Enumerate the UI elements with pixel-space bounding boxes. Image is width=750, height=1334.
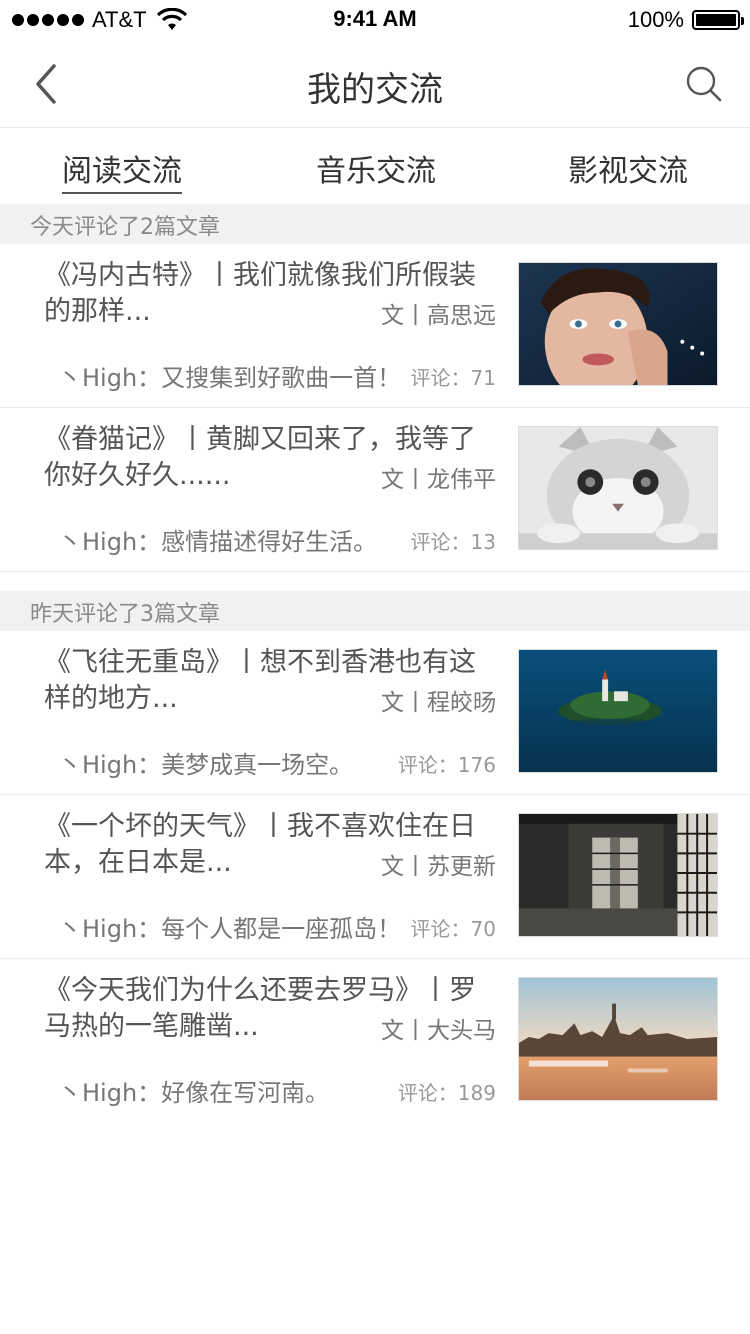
article-author: 文丨高思远: [375, 296, 496, 330]
list-item[interactable]: 《飞往无重岛》丨想不到香港也有这样的地方... 文丨程皎旸 丶High：美梦成真…: [0, 631, 750, 795]
nav-bar: 我的交流: [0, 40, 750, 128]
status-right: 100%: [627, 6, 744, 34]
article-thumbnail: [518, 262, 718, 386]
tab-music[interactable]: 音乐交流: [316, 146, 436, 190]
article-thumbnail: [518, 426, 718, 550]
comment-text: 丶High：又搜集到好歌曲一首！: [58, 364, 402, 392]
list-item[interactable]: 《今天我们为什么还要去罗马》丨罗马热的一笔雕凿... 文丨大头马 丶High：好…: [0, 959, 750, 1123]
status-bar: AT&T 9:41 AM 100%: [0, 0, 750, 40]
article-thumbnail: [518, 977, 718, 1101]
search-icon: [686, 66, 722, 102]
search-button[interactable]: [680, 60, 728, 108]
comment-count: 评论：189: [397, 1081, 496, 1105]
article-thumbnail: [518, 649, 718, 773]
list-item[interactable]: 《一个坏的天气》丨我不喜欢住在日本，在日本是... 文丨苏更新 丶High：每个…: [0, 795, 750, 959]
comment-text: 丶High：感情描述得好生活。: [58, 528, 378, 556]
comment-count: 评论：70: [410, 917, 496, 941]
section-header-text: 昨天评论了3篇文章: [30, 602, 220, 627]
article-thumbnail: [518, 813, 718, 937]
active-tab-indicator: [62, 192, 182, 194]
comment-text: 丶High：好像在写河南。: [58, 1079, 330, 1107]
comment-text: 丶High：美梦成真一场空。: [58, 751, 354, 779]
article-author: 文丨程皎旸: [375, 683, 496, 717]
comment-count: 评论：176: [397, 753, 496, 777]
page-title: 我的交流: [307, 70, 443, 110]
comment-count: 评论：13: [410, 530, 496, 554]
tab-bar: 阅读交流 音乐交流 影视交流: [0, 128, 750, 204]
tab-reading[interactable]: 阅读交流: [62, 146, 182, 190]
section-header-yesterday: 昨天评论了3篇文章: [0, 591, 750, 631]
comment-count: 评论：71: [410, 366, 496, 390]
list-item[interactable]: 《眷猫记》丨黄脚又回来了，我等了你好久好久...... 文丨龙伟平 丶High：…: [0, 408, 750, 572]
battery-percentage: 100%: [627, 7, 684, 32]
article-author: 文丨大头马: [375, 1011, 496, 1045]
tab-film[interactable]: 影视交流: [568, 146, 688, 190]
section-header-today: 今天评论了2篇文章: [0, 204, 750, 244]
article-author: 文丨苏更新: [375, 847, 496, 881]
article-author: 文丨龙伟平: [375, 460, 496, 494]
battery-icon: [692, 10, 744, 30]
section-header-text: 今天评论了2篇文章: [30, 215, 220, 240]
list-item[interactable]: 《冯内古特》丨我们就像我们所假装的那样... 文丨高思远 丶High：又搜集到好…: [0, 244, 750, 408]
comment-text: 丶High：每个人都是一座孤岛！: [58, 915, 402, 943]
